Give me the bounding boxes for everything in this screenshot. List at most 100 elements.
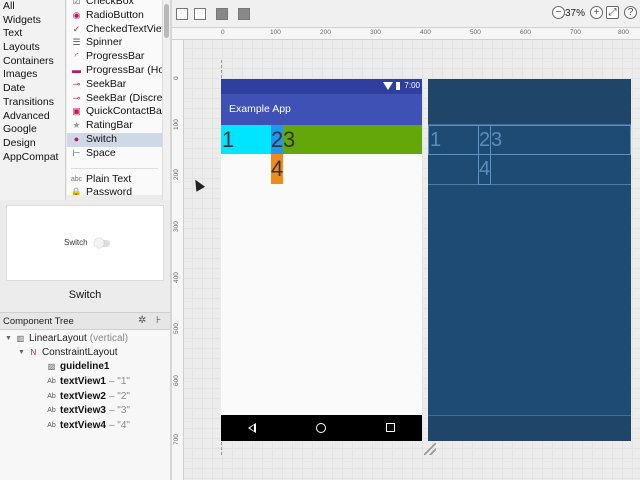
design-phone-preview: 7:00 Example App 1 2 3 4	[221, 79, 422, 441]
component-tree-title: Component Tree	[3, 316, 74, 327]
progress-bar-horizontal-icon: ▬	[72, 64, 81, 75]
palette-item-progressbar[interactable]: ◜ ProgressBar	[67, 50, 162, 64]
palette-scroll-thumb[interactable]	[164, 4, 169, 38]
expand-arrow-icon[interactable]: ▼	[5, 332, 12, 346]
palette-category-containers[interactable]: Containers	[0, 55, 65, 69]
checkbox-icon: ☑	[72, 0, 81, 6]
palette-category-transitions[interactable]: Transitions	[0, 96, 65, 110]
blueprint-nav-bar	[428, 415, 631, 441]
star-icon: ★	[72, 120, 81, 131]
zoom-fit-button[interactable]: ⤢	[606, 6, 619, 19]
linear-layout-icon: ▥	[16, 334, 25, 343]
tree-node-linearlayout[interactable]: ▼ ▥ LinearLayout (vertical)	[5, 332, 128, 346]
seek-bar-discrete-icon: ⊸	[72, 92, 81, 103]
palette-category-advanced[interactable]: Advanced	[0, 110, 65, 124]
palette-item-seekbar-discrete[interactable]: ⊸SeekBar (Discrete)	[67, 92, 162, 106]
zoom-in-button[interactable]: +	[590, 6, 603, 19]
palette-item-spinner[interactable]: ☰ Spinner	[67, 36, 162, 50]
ruler-tick-label: 0	[173, 76, 180, 80]
textview-icon: Ab	[47, 393, 56, 400]
orientation-icon[interactable]	[216, 8, 228, 20]
help-button[interactable]: ?	[624, 6, 637, 19]
palette-scrollbar[interactable]	[162, 0, 170, 200]
seek-bar-icon: ⊸	[72, 78, 81, 89]
preview-switch-toggle	[94, 238, 110, 248]
textview2-design[interactable]: 2	[271, 125, 283, 154]
palette-category-all[interactable]: All	[0, 0, 65, 14]
ruler-tick-label: 800	[618, 29, 629, 36]
palette-item-password[interactable]: 🔒 Password	[67, 186, 162, 195]
textview1-design[interactable]: 1	[221, 125, 271, 154]
password-icon: 🔒	[70, 187, 83, 195]
blueprint-preview: 1 2 3 4	[428, 79, 631, 441]
preview-title: Switch	[68, 289, 102, 301]
ruler-tick-label: 500	[173, 323, 180, 334]
ruler-tick-label: 200	[173, 169, 180, 180]
guideline-icon: ▨	[47, 362, 56, 371]
tree-node-textview2[interactable]: Ab textView2 – "2"	[46, 390, 130, 404]
ruler-tick-label: 400	[420, 29, 431, 36]
device-icon[interactable]	[238, 8, 250, 20]
ruler-tick-label: 300	[370, 29, 381, 36]
palette-item-quickcontactbadge[interactable]: ▣QuickContactBadge	[67, 105, 162, 119]
hide-panel-icon[interactable]: ⊦	[156, 315, 161, 326]
textview3-design[interactable]: 3	[283, 125, 422, 154]
palette-item-seekbar[interactable]: ⊸ SeekBar	[67, 78, 162, 92]
palette-items: ☑ CheckBox ◉ RadioButton ✓ CheckedTextView …	[67, 0, 162, 195]
preview-widget-label: Switch	[64, 238, 88, 247]
palette-item-space[interactable]: ⊢ Space	[67, 147, 162, 161]
palette-category-design[interactable]: Design	[0, 137, 65, 151]
ruler-tick-label: 400	[173, 272, 180, 283]
zoom-out-button[interactable]: −	[552, 6, 565, 19]
back-icon	[248, 423, 256, 433]
palette-item-ratingbar[interactable]: ★ RatingBar	[67, 119, 162, 133]
gear-icon[interactable]: ✲	[138, 315, 146, 326]
tree-node-textview4[interactable]: Ab textView4 – "4"	[46, 419, 130, 433]
palette-category-date[interactable]: Date	[0, 82, 65, 96]
palette-separator	[71, 161, 158, 169]
tree-node-textview3[interactable]: Ab textView3 – "3"	[46, 404, 130, 418]
constraint-layout-icon: N	[30, 348, 37, 357]
expand-arrow-icon[interactable]: ▼	[18, 346, 25, 360]
palette-item-radiobutton[interactable]: ◉ RadioButton	[67, 9, 162, 23]
palette-category-appcompat[interactable]: AppCompat	[0, 151, 65, 165]
blueprint-mode-icon[interactable]	[194, 8, 206, 20]
wifi-icon	[383, 82, 393, 90]
progress-bar-icon: ◜	[74, 51, 79, 62]
resize-handle-icon[interactable]	[424, 443, 436, 455]
tree-node-guideline1[interactable]: ▨ guideline1	[46, 360, 110, 374]
ruler-tick-label: 100	[270, 29, 281, 36]
palette-item-checkedtextview[interactable]: ✓ CheckedTextView	[67, 23, 162, 37]
navigation-bar	[221, 415, 422, 441]
palette-category-google[interactable]: Google	[0, 123, 65, 137]
recent-apps-icon	[386, 423, 395, 432]
palette-item-progressbar-horizontal[interactable]: ▬ProgressBar (Horizontal)	[67, 64, 162, 78]
switch-icon: ●	[73, 133, 80, 144]
ruler-tick-label: 200	[320, 29, 331, 36]
textview4-design[interactable]: 4	[271, 154, 283, 184]
component-tree: ▼ ▥ LinearLayout (vertical) ▼ N Constrai…	[0, 330, 170, 480]
textview1-blueprint[interactable]: 1	[428, 125, 479, 155]
textview-icon: Ab	[47, 378, 56, 385]
ruler-vertical: 0 100 200 300 400 500 600 700	[172, 40, 184, 480]
palette-category-text[interactable]: Text	[0, 27, 65, 41]
ruler-tick-label: 600	[520, 29, 531, 36]
space-icon: ⊢	[72, 147, 81, 158]
tree-node-textview1[interactable]: Ab textView1 – "1"	[46, 375, 130, 389]
palette-category-widgets[interactable]: Widgets	[0, 14, 65, 28]
textview3-blueprint[interactable]: 3	[490, 125, 631, 155]
app-bar: Example App	[221, 94, 422, 125]
battery-icon	[396, 82, 400, 90]
palette-item-switch[interactable]: ● Switch	[67, 132, 162, 147]
tree-node-constraintlayout[interactable]: ▼ N ConstraintLayout	[18, 346, 118, 360]
design-surface-icon[interactable]	[176, 8, 188, 20]
palette-item-checkbox[interactable]: ☑ CheckBox	[67, 0, 162, 9]
textview4-blueprint[interactable]: 4	[478, 154, 491, 185]
palette-category-layouts[interactable]: Layouts	[0, 41, 65, 55]
palette-item-plain-text[interactable]: abc Plain Text	[67, 173, 162, 187]
spinner-icon: ☰	[72, 37, 81, 48]
palette-category-images[interactable]: Images	[0, 68, 65, 82]
ruler-tick-label: 500	[470, 29, 481, 36]
widget-preview: Switch	[6, 205, 164, 281]
ruler-tick-label: 0	[221, 29, 225, 36]
